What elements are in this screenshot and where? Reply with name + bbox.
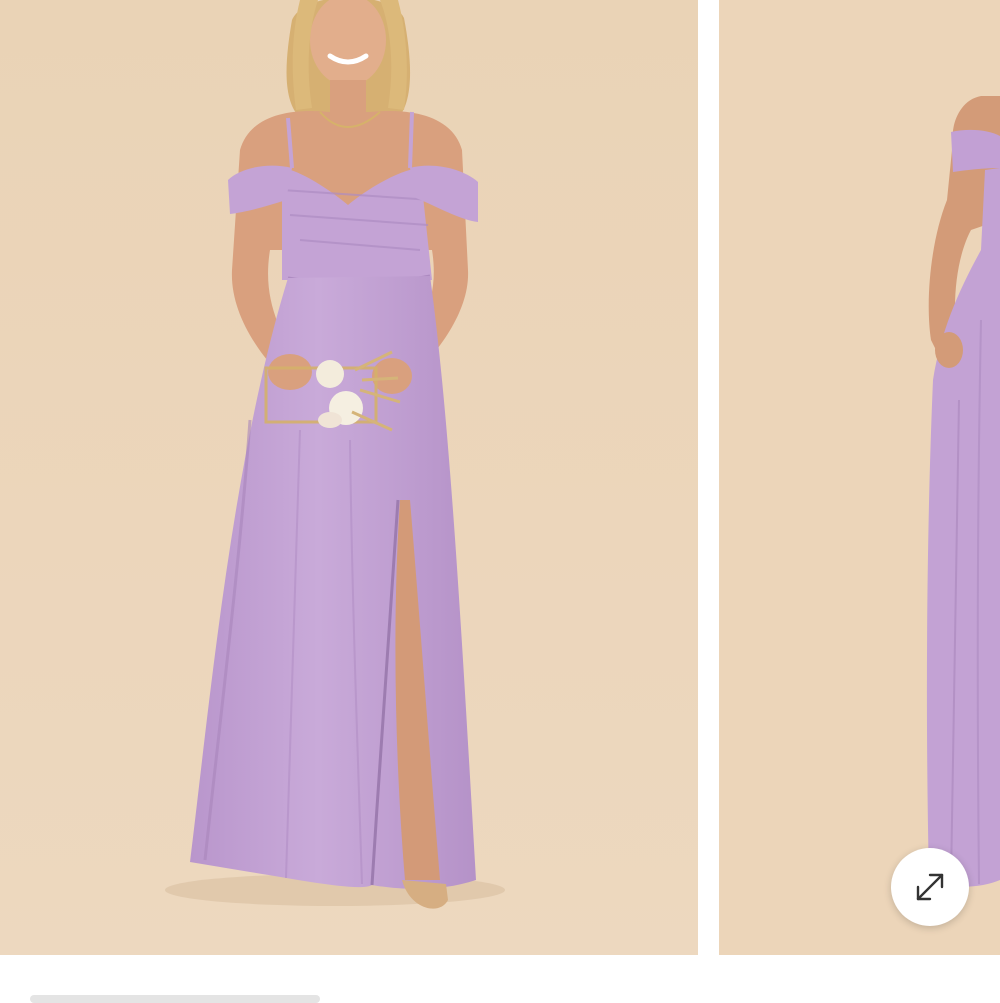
expand-image-button[interactable] [891,848,969,926]
product-image-gallery [0,0,1000,1003]
gallery-pager [0,955,1000,1003]
expand-diagonal-arrows-icon [916,873,944,901]
product-photo-side[interactable] [719,0,1000,955]
product-photo-side-illustration [719,0,1000,955]
gallery-pager-track[interactable] [30,995,320,1003]
product-photo-front-illustration [0,0,698,955]
product-photo-front[interactable] [0,0,698,955]
